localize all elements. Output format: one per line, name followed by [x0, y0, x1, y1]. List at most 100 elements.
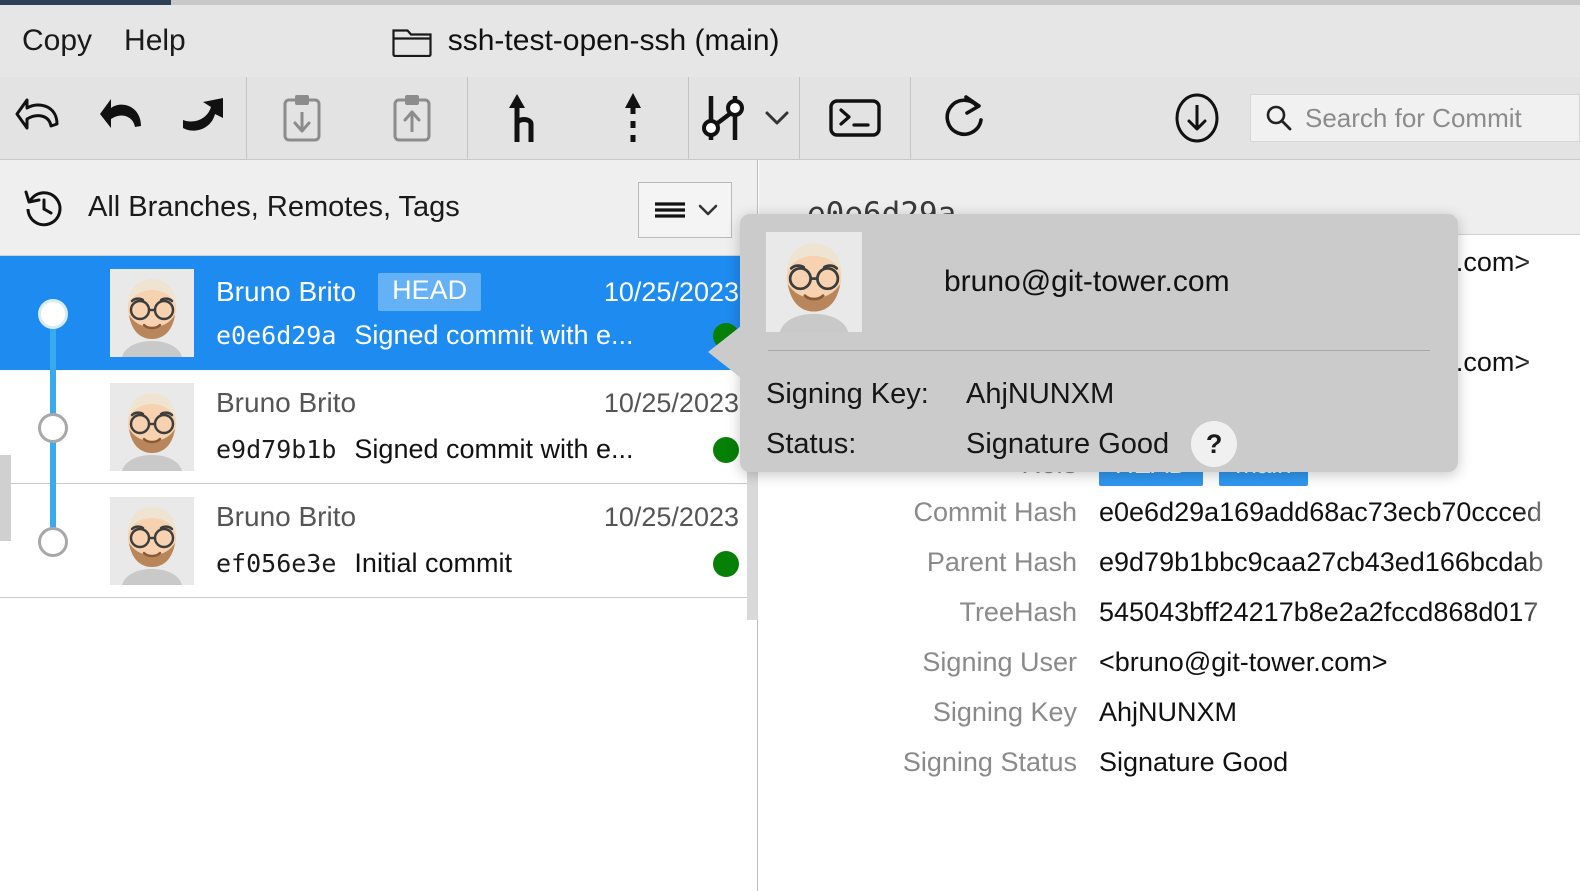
popover-value: Signature Good — [966, 428, 1169, 461]
head-badge: HEAD — [378, 273, 481, 311]
signature-status-dot[interactable] — [713, 551, 739, 577]
terminal-box-icon — [828, 96, 882, 140]
commit-list-header: All Branches, Remotes, Tags — [0, 160, 757, 256]
menu-bar: Copy Help ssh-test-open-ssh (main) — [0, 5, 1580, 77]
checkout-button[interactable] — [0, 77, 82, 159]
merge-button[interactable] — [689, 77, 799, 159]
menu-item-help[interactable]: Help — [108, 26, 202, 56]
terminal-button[interactable] — [800, 77, 910, 159]
graph-node — [38, 527, 68, 557]
pull-button[interactable] — [82, 77, 164, 159]
commit-meta: Bruno Brito 10/25/2023 ef056e3e Initial … — [194, 484, 757, 597]
circular-arrow-icon — [941, 92, 991, 144]
dashed-arrow-up-icon — [616, 90, 650, 146]
clipboard-down-icon — [280, 92, 324, 144]
chevron-down-icon[interactable] — [764, 110, 790, 126]
commit-list-options-button[interactable] — [638, 182, 732, 238]
commit-date: 10/25/2023 — [604, 388, 739, 419]
commit-subject: Initial commit — [354, 548, 512, 579]
menu-item-copy[interactable]: Copy — [6, 26, 108, 56]
branch-icon — [501, 90, 545, 146]
refresh-button[interactable] — [911, 77, 1021, 159]
commit-author: Bruno Brito — [216, 501, 356, 533]
commit-meta-top: Bruno Brito 10/25/2023 — [216, 387, 739, 419]
commit-list-panel: All Branches, Remotes, Tags — [0, 160, 758, 891]
commit-row[interactable]: Bruno Brito HEAD 10/25/2023 e0e6d29a Sig… — [0, 256, 757, 370]
merge-nodes-icon — [698, 90, 754, 146]
graph-node — [38, 413, 68, 443]
push-button[interactable] — [164, 77, 246, 159]
detail-label: TreeHash — [759, 597, 1099, 628]
detail-label: Signing Key — [759, 697, 1099, 728]
commit-search-box[interactable]: Search for Commit — [1250, 94, 1580, 142]
popover-avatar — [766, 232, 862, 332]
commit-list-empty-area — [0, 598, 757, 891]
commit-row[interactable]: Bruno Brito 10/25/2023 ef056e3e Initial … — [0, 484, 757, 598]
popover-identity: bruno@git-tower.com — [740, 214, 1458, 350]
hamburger-icon — [652, 198, 688, 222]
detail-label: Parent Hash — [759, 547, 1099, 578]
detail-value: <bruno@git-tower.com> — [1099, 647, 1388, 678]
tag-button[interactable] — [578, 77, 688, 159]
circle-arrow-down-icon — [1171, 92, 1223, 144]
toolbar-group-stash — [247, 77, 468, 159]
signature-popover: bruno@git-tower.com Signing Key: AhjNUNX… — [740, 214, 1458, 472]
checkout-icon — [15, 94, 67, 142]
stash-button[interactable] — [247, 77, 357, 159]
detail-row-signing-key: Signing Key AhjNUNXM — [759, 697, 1580, 747]
commit-list-scope-label: All Branches, Remotes, Tags — [88, 191, 460, 224]
popover-fields: Signing Key: AhjNUNXM Status: Signature … — [740, 351, 1458, 469]
toolbar-spacer — [1021, 77, 1156, 159]
commit-meta-top: Bruno Brito 10/25/2023 — [216, 501, 739, 533]
commit-meta-bottom: e0e6d29a Signed commit with e... — [216, 320, 739, 351]
popover-email: bruno@git-tower.com — [944, 265, 1230, 299]
commit-graph-cell — [0, 484, 110, 597]
commit-author: Bruno Brito — [216, 276, 356, 308]
detail-value: e0e6d29a169add68ac73ecb70ccced — [1099, 497, 1542, 528]
commit-row[interactable]: Bruno Brito 10/25/2023 e9d79b1b Signed c… — [0, 370, 757, 484]
commit-meta: Bruno Brito 10/25/2023 e9d79b1b Signed c… — [194, 370, 757, 483]
detail-label: Signing Status — [759, 747, 1099, 778]
toolbar-right-cluster: Search for Commit — [1156, 77, 1580, 159]
clipboard-up-icon — [390, 92, 434, 144]
commit-graph-cell — [0, 256, 110, 369]
graph-node — [38, 299, 68, 329]
unstash-button[interactable] — [357, 77, 467, 159]
left-scroll-indicator[interactable] — [0, 455, 11, 541]
detail-row-signing-status: Signing Status Signature Good — [759, 747, 1580, 797]
commit-meta-top: Bruno Brito HEAD 10/25/2023 — [216, 273, 739, 311]
toolbar-group-merge — [689, 77, 800, 159]
toolbar-group-refs — [468, 77, 689, 159]
signature-status-dot[interactable] — [713, 437, 739, 463]
chevron-down-icon — [697, 203, 719, 217]
branch-button[interactable] — [468, 77, 578, 159]
repository-title-chip[interactable]: ssh-test-open-ssh (main) — [392, 24, 780, 58]
detail-value: 545043bff24217b8e2a2fccd868d017 — [1099, 597, 1538, 628]
commit-sha: ef056e3e — [216, 549, 336, 578]
history-clock-icon — [22, 186, 66, 230]
commit-date: 10/25/2023 — [604, 502, 739, 533]
detail-value: e9d79b1bbc9caa27cb43ed166bcdab — [1099, 547, 1543, 578]
detail-row-parent-hash: Parent Hash e9d79b1bbc9caa27cb43ed166bcd… — [759, 547, 1580, 597]
detail-value: AhjNUNXM — [1099, 697, 1237, 728]
detail-row-signing-user: Signing User <bruno@git-tower.com> — [759, 647, 1580, 697]
detail-label: Commit Hash — [759, 497, 1099, 528]
commit-subject: Signed commit with e... — [354, 434, 633, 465]
commit-sha: e9d79b1b — [216, 435, 336, 464]
commit-meta: Bruno Brito HEAD 10/25/2023 e0e6d29a Sig… — [194, 256, 757, 369]
avatar — [110, 497, 194, 585]
detail-label: Signing User — [759, 647, 1099, 678]
commit-meta-bottom: ef056e3e Initial commit — [216, 548, 739, 579]
help-icon[interactable]: ? — [1191, 421, 1237, 467]
detail-value: Signature Good — [1099, 747, 1288, 778]
popover-value: AhjNUNXM — [966, 378, 1114, 411]
repository-title: ssh-test-open-ssh (main) — [448, 24, 780, 58]
commit-subject: Signed commit with e... — [354, 320, 633, 351]
commit-sha: e0e6d29a — [216, 321, 336, 350]
avatar — [110, 383, 194, 471]
popover-row-signing-key: Signing Key: AhjNUNXM — [766, 369, 1458, 419]
commit-date: 10/25/2023 — [604, 277, 739, 308]
download-button[interactable] — [1156, 77, 1238, 159]
popover-label: Signing Key: — [766, 378, 966, 411]
folder-icon — [392, 25, 432, 57]
